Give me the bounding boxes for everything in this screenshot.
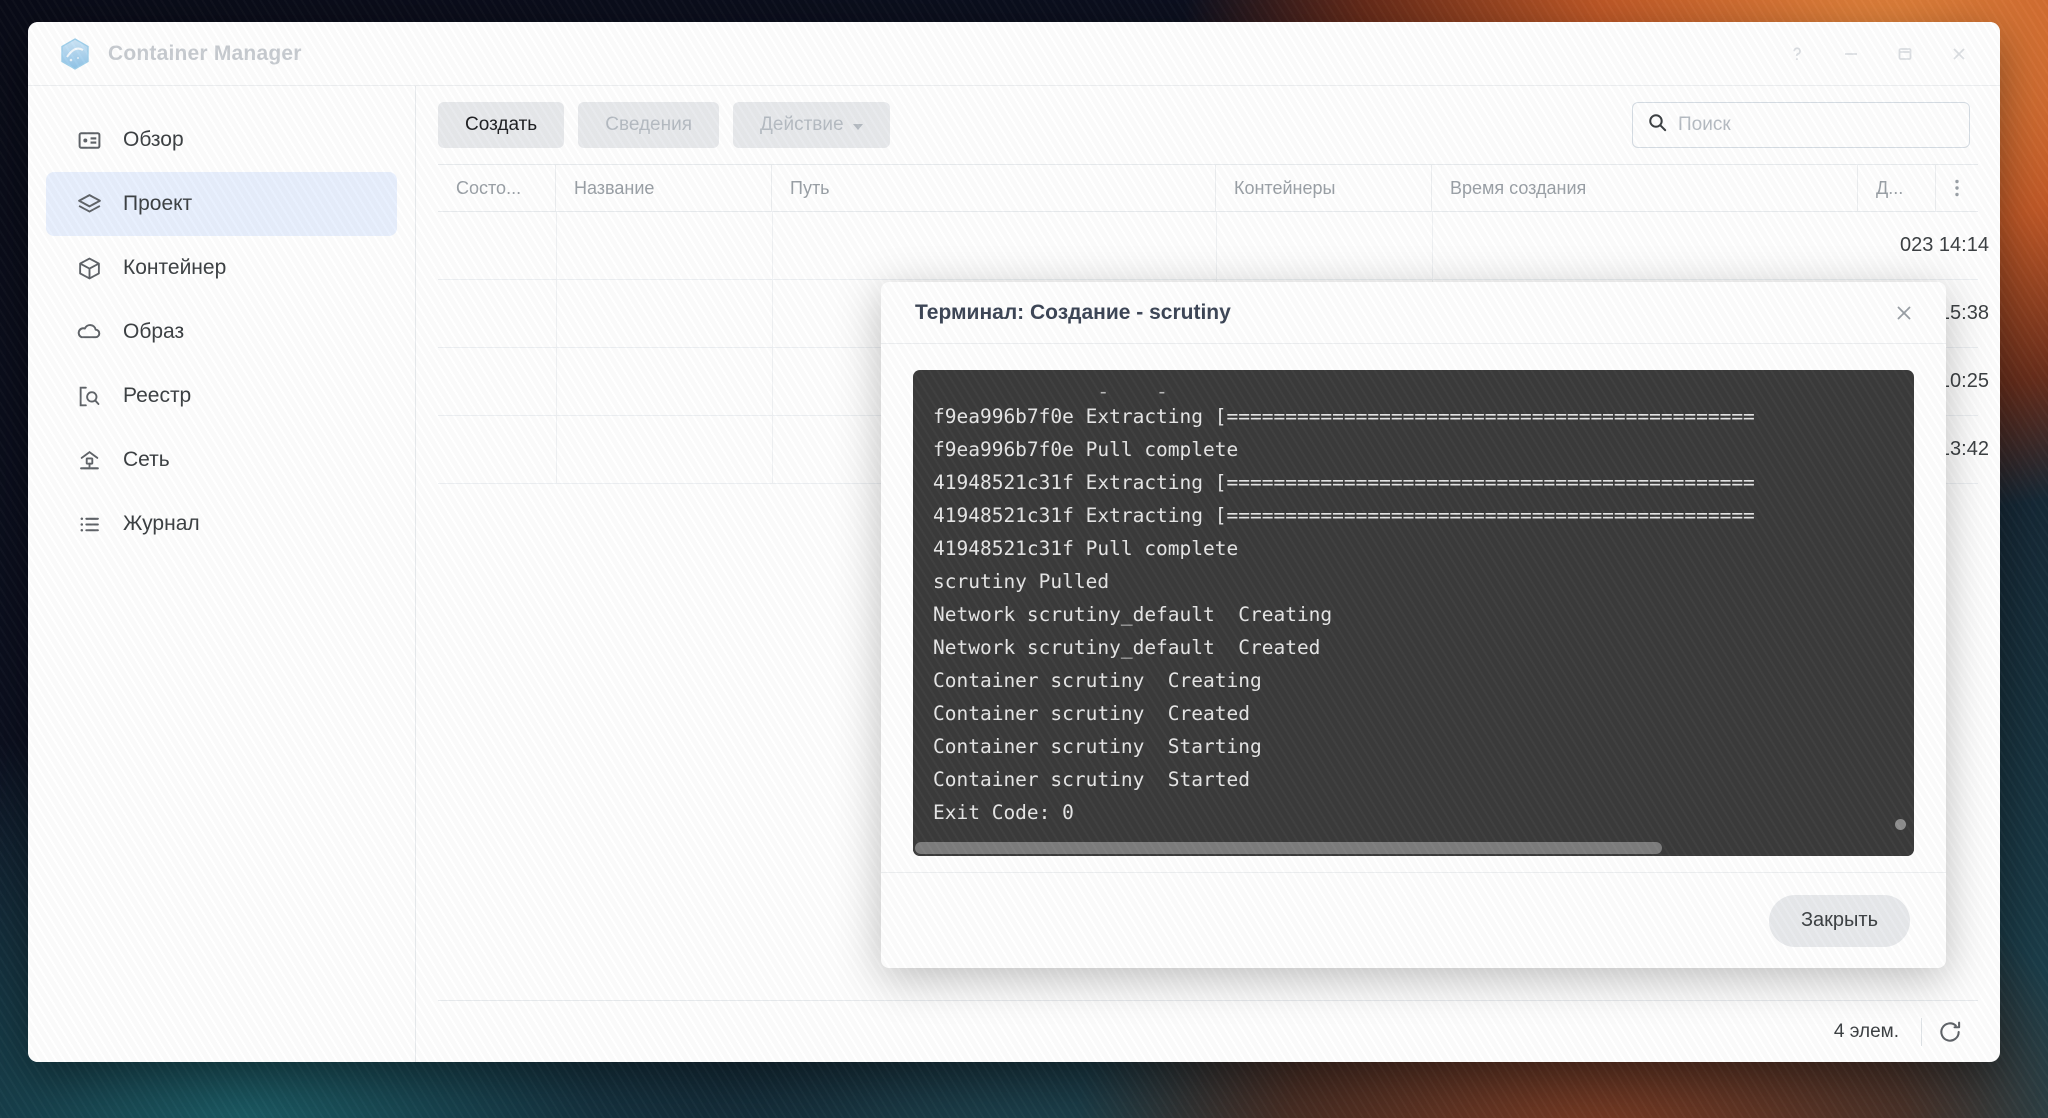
action-dropdown-button[interactable]: Действие	[733, 102, 890, 148]
dialog-close-icon[interactable]	[1884, 293, 1924, 333]
sidebar-navigation: Обзор Проект Контейнер Образ Реестр Сеть…	[28, 86, 416, 1062]
cloud-icon	[76, 319, 103, 346]
sidebar-item-label: Сеть	[123, 448, 170, 471]
console-line: Exit Code: 0	[933, 801, 1074, 824]
app-title: Container Manager	[108, 41, 302, 65]
console-vertical-scrollbar-thumb[interactable]	[1895, 819, 1906, 830]
cube-icon	[76, 255, 103, 282]
close-dialog-button[interactable]: Закрыть	[1768, 894, 1910, 947]
create-button[interactable]: Создать	[438, 102, 565, 148]
sidebar-item-label: Контейнер	[123, 256, 227, 279]
details-button[interactable]: Сведения	[578, 102, 720, 148]
content-toolbar: Создать Сведения Действие	[416, 86, 2000, 164]
column-header-created[interactable]: Время создания	[1432, 165, 1858, 211]
item-count-label: 4 элем.	[1833, 1020, 1899, 1042]
sidebar-item-registry[interactable]: Реестр	[46, 364, 397, 428]
maximize-button[interactable]	[1882, 33, 1928, 75]
sidebar-item-network[interactable]: Сеть	[46, 428, 397, 492]
table-header-row: Состо... Название Путь Контейнеры Время …	[438, 164, 1978, 212]
sidebar-item-label: Реестр	[123, 384, 192, 407]
console-horizontal-scrollbar-thumb[interactable]	[915, 842, 1662, 854]
column-header-containers[interactable]: Контейнеры	[1216, 165, 1432, 211]
sidebar-item-overview[interactable]: Обзор	[46, 108, 397, 172]
dialog-body: - - f9ea996b7f0e Extracting [===========…	[881, 344, 1946, 872]
console-horizontal-scrollbar[interactable]	[913, 840, 1914, 856]
list-icon	[76, 511, 103, 538]
main-content: Создать Сведения Действие Поиск Состо...…	[416, 86, 2000, 1062]
row-created-time: 023 14:14	[1900, 234, 1989, 256]
overview-icon	[76, 127, 103, 154]
sidebar-item-log[interactable]: Журнал	[46, 492, 397, 556]
search-box[interactable]	[1632, 102, 1970, 148]
sidebar-item-label: Проект	[123, 192, 193, 215]
refresh-icon[interactable]	[1922, 1019, 1978, 1045]
console-line: 41948521c31f Extracting [===============…	[933, 471, 1755, 494]
console-line: f9ea996b7f0e Pull complete	[933, 438, 1239, 461]
console-line: Container scrutiny Starting	[933, 735, 1262, 758]
help-button[interactable]	[1774, 33, 1820, 75]
container-manager-window: Container Manager Обзор Проект Контейнер…	[28, 22, 2000, 1062]
console-line-partial: - -	[933, 384, 1168, 400]
sidebar-item-project[interactable]: Проект	[46, 172, 397, 236]
sidebar-item-container[interactable]: Контейнер	[46, 236, 397, 300]
terminal-console-output[interactable]: - - f9ea996b7f0e Extracting [===========…	[913, 370, 1914, 856]
window-titlebar: Container Manager	[28, 22, 2000, 86]
console-line: 41948521c31f Extracting [===============…	[933, 504, 1755, 527]
console-line: Container scrutiny Created	[933, 702, 1250, 725]
sidebar-item-label: Обзор	[123, 128, 184, 151]
search-input[interactable]	[1678, 114, 1955, 136]
dialog-header: Терминал: Создание - scrutiny	[881, 282, 1946, 344]
network-icon	[76, 447, 103, 474]
chevron-down-icon	[852, 123, 863, 130]
window-body: Обзор Проект Контейнер Образ Реестр Сеть…	[28, 86, 2000, 1062]
layers-icon	[76, 191, 103, 218]
column-header-path[interactable]: Путь	[772, 165, 1216, 211]
action-label: Действие	[760, 114, 844, 135]
sidebar-item-label: Образ	[123, 320, 185, 343]
minimize-button[interactable]	[1828, 33, 1874, 75]
console-line: f9ea996b7f0e Extracting [===============…	[933, 405, 1755, 428]
console-line: 41948521c31f Pull complete	[933, 537, 1239, 560]
column-header-extra[interactable]: Д...	[1858, 165, 1936, 211]
sidebar-item-image[interactable]: Образ	[46, 300, 397, 364]
close-window-button[interactable]	[1936, 33, 1982, 75]
console-line: Network scrutiny_default Creating	[933, 603, 1333, 626]
console-line: Container scrutiny Creating	[933, 669, 1262, 692]
dialog-title: Терминал: Создание - scrutiny	[915, 300, 1231, 324]
search-icon	[1647, 112, 1668, 138]
status-bar: 4 элем.	[438, 1000, 1978, 1062]
console-line: scrutiny Pulled	[933, 570, 1110, 593]
container-manager-logo	[58, 37, 92, 71]
table-row[interactable]: 023 14:14	[438, 212, 1989, 280]
terminal-dialog: Терминал: Создание - scrutiny - - f9ea99…	[881, 282, 1946, 968]
dialog-footer: Закрыть	[881, 872, 1946, 968]
desktop-wallpaper: Container Manager Обзор Проект Контейнер…	[0, 0, 2048, 1118]
console-line: Container scrutiny Started	[933, 768, 1250, 791]
sidebar-item-label: Журнал	[123, 512, 200, 535]
registry-search-icon	[76, 383, 103, 410]
column-options-icon[interactable]	[1936, 165, 1978, 211]
console-line: Network scrutiny_default Created	[933, 636, 1321, 659]
column-header-status[interactable]: Состо...	[438, 165, 556, 211]
window-controls	[1774, 33, 1982, 75]
column-header-name[interactable]: Название	[556, 165, 772, 211]
